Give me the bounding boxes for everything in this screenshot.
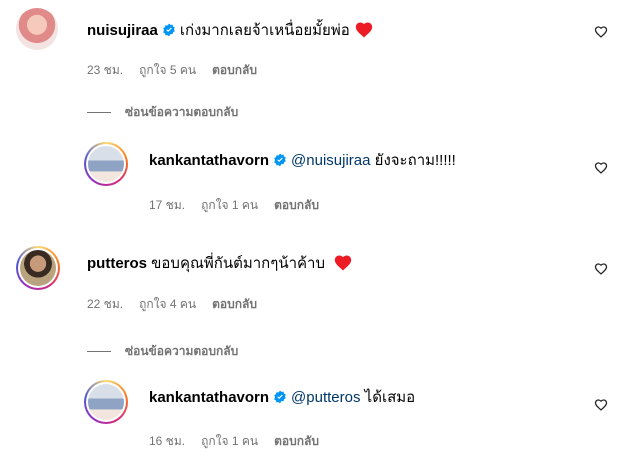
avatar[interactable] [16,246,60,290]
avatar[interactable] [84,380,128,424]
avatar-photo [16,8,58,50]
username[interactable]: kankantathavorn [149,389,269,406]
reply-button[interactable]: ตอบกลับ [212,297,257,311]
likes-count[interactable]: ถูกใจ 5 คน [139,63,196,77]
comment-text: ได้เสมอ [364,389,416,406]
reply-button[interactable]: ตอบกลับ [212,63,257,77]
avatar-photo [88,146,124,182]
likes-count[interactable]: ถูกใจ 1 คน [201,434,258,448]
comment-time[interactable]: 22 ชม. [87,297,123,311]
comment-time[interactable]: 23 ชม. [87,63,123,77]
like-heart-icon[interactable] [594,398,608,412]
like-heart-icon[interactable] [594,262,608,276]
comment-text: เก่งมากเลยจ้าเหนื่อยมั้ยพ่อ [179,22,350,39]
avatar-photo [20,250,56,286]
comment-text: ยังจะถาม!!!!! [374,152,456,169]
divider-dash [87,351,111,353]
likes-count[interactable]: ถูกใจ 1 คน [201,198,258,212]
hide-replies-button[interactable]: ซ่อนข้อความตอบกลับ [87,342,238,361]
divider-dash [87,112,111,114]
verified-badge-icon [163,23,175,37]
comment-time[interactable]: 16 ชม. [149,434,185,448]
verified-badge-icon [274,153,286,167]
verified-badge-icon [274,390,286,404]
avatar-photo [88,384,124,420]
hide-replies-label: ซ่อนข้อความตอบกลับ [125,105,239,119]
avatar[interactable] [84,142,128,186]
likes-count[interactable]: ถูกใจ 4 คน [139,297,196,311]
hide-replies-label: ซ่อนข้อความตอบกลับ [125,344,239,358]
comment-text: ขอบคุณพี่กันต์มากๆน้าค้าบ [151,255,325,272]
reply-button[interactable]: ตอบกลับ [274,434,319,448]
username[interactable]: putteros [87,255,147,272]
avatar[interactable] [16,8,58,50]
mention-link[interactable]: @nuisujiraa [291,152,370,169]
heart-emoji-icon [355,22,372,38]
reply-button[interactable]: ตอบกลับ [274,198,319,212]
hide-replies-button[interactable]: ซ่อนข้อความตอบกลับ [87,103,238,122]
mention-link[interactable]: @putteros [291,389,360,406]
username[interactable]: kankantathavorn [149,152,269,169]
like-heart-icon[interactable] [594,161,608,175]
username[interactable]: nuisujiraa [87,22,158,39]
comment-time[interactable]: 17 ชม. [149,198,185,212]
like-heart-icon[interactable] [594,25,608,39]
heart-emoji-icon [334,255,352,271]
